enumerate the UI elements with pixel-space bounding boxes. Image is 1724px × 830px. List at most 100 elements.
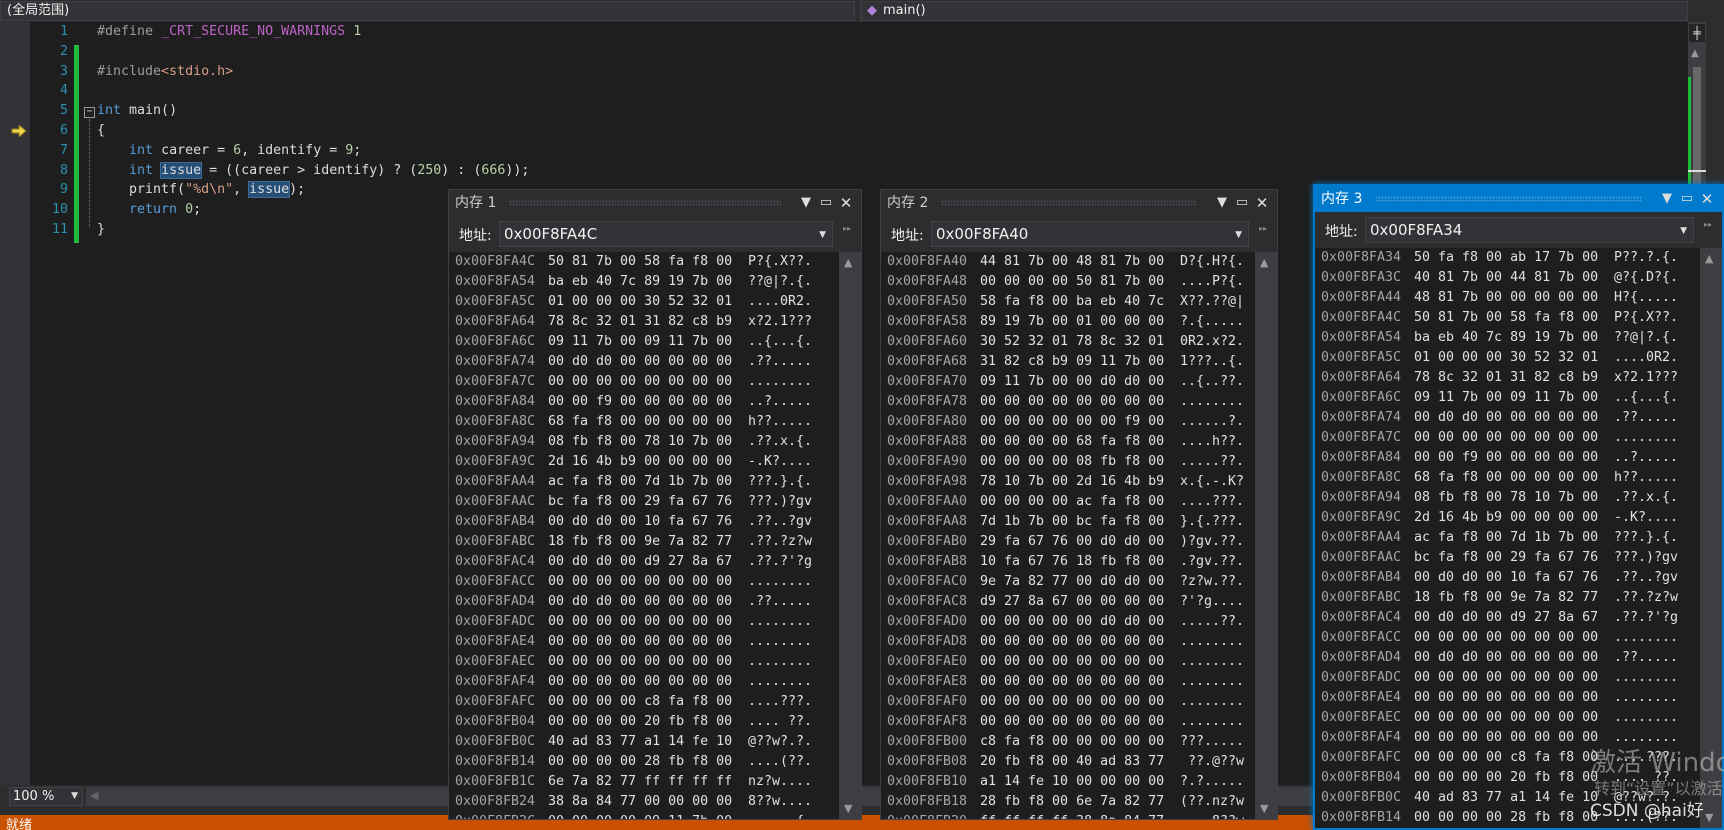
memory-row[interactable]: 0x00F8FA4C 50 81 7b 00 58 fa f8 00 P?{.X??… [1315, 308, 1700, 328]
memory-row[interactable]: 0x00F8FB14 00 00 00 00 28 fb f8 00 ....(??… [449, 752, 839, 772]
memory-row[interactable]: 0x00F8FAEC 00 00 00 00 00 00 00 00.......… [1315, 708, 1700, 728]
memory-grid[interactable]: 0x00F8FA34 50 fa f8 00 ab 17 7b 00 P??.?.{… [1315, 248, 1700, 828]
memory-scrollbar[interactable]: ▲ ▼ [1700, 248, 1722, 828]
memory-row[interactable]: 0x00F8FAC0 9e 7a 82 77 00 d0 d0 00 ?z?w.??… [881, 572, 1255, 592]
memory-row[interactable]: 0x00F8FA84 00 00 f9 00 00 00 00 00..?....… [449, 392, 839, 412]
zoom-dropdown[interactable]: 100 % ▼ [9, 787, 83, 806]
toolbar-overflow-icon[interactable]: ▸▸ [843, 224, 851, 233]
drag-grip[interactable] [1375, 196, 1642, 202]
memory-row[interactable]: 0x00F8FA80 00 00 00 00 00 00 f9 00......?… [881, 412, 1255, 432]
memory-window-title-bar[interactable]: 内存 3 ▼ ▭ ✕ [1315, 186, 1722, 212]
memory-row[interactable]: 0x00F8FB08 20 fb f8 00 40 ad 83 77 ??.@??… [881, 752, 1255, 772]
memory-row[interactable]: 0x00F8FAE4 00 00 00 00 00 00 00 00.......… [1315, 688, 1700, 708]
memory-row[interactable]: 0x00F8FB1C 6e 7a 82 77 ff ff ff ff nz?w...… [449, 772, 839, 792]
memory-row[interactable]: 0x00F8FA70 09 11 7b 00 00 d0 d0 00 ..{..??… [881, 372, 1255, 392]
memory-row[interactable]: 0x00F8FB10 a1 14 fe 10 00 00 00 00?.?....… [881, 772, 1255, 792]
memory-row[interactable]: 0x00F8FAA4 ac fa f8 00 7d 1b 7b 00 ???.}.{… [449, 472, 839, 492]
memory-row[interactable]: 0x00F8FA94 08 fb f8 00 78 10 7b 00 .??.x.{… [449, 432, 839, 452]
memory-window-1[interactable]: 内存 1 ▼ ▭ ✕ 地址: 0x00F8FA4C ▼ ▸▸ 0x00F8FA4… [448, 189, 862, 820]
scroll-down-icon[interactable]: ▼ [844, 802, 852, 815]
memory-row[interactable]: 0x00F8FABC 18 fb f8 00 9e 7a 82 77 .??.?z?… [449, 532, 839, 552]
memory-row[interactable]: 0x00F8FACC 00 00 00 00 00 00 00 00.......… [1315, 628, 1700, 648]
memory-row[interactable]: 0x00F8FAD8 00 00 00 00 00 00 00 00.......… [881, 632, 1255, 652]
maximize-icon[interactable]: ▭ [1678, 186, 1696, 212]
memory-window-title-bar[interactable]: 内存 1 ▼ ▭ ✕ [449, 190, 861, 216]
window-menu-dropdown-icon[interactable]: ▼ [1213, 190, 1231, 216]
memory-row[interactable]: 0x00F8FA84 00 00 f9 00 00 00 00 00..?....… [1315, 448, 1700, 468]
memory-row[interactable]: 0x00F8FA40 44 81 7b 00 48 81 7b 00 D?{.H?{… [881, 252, 1255, 272]
memory-row[interactable]: 0x00F8FAD4 00 d0 d0 00 00 00 00 00.??....… [449, 592, 839, 612]
memory-row[interactable]: 0x00F8FA58 89 19 7b 00 01 00 00 00 ?.{....… [881, 312, 1255, 332]
memory-row[interactable]: 0x00F8FABC 18 fb f8 00 9e 7a 82 77 .??.?z?… [1315, 588, 1700, 608]
memory-row[interactable]: 0x00F8FAD4 00 d0 d0 00 00 00 00 00.??....… [1315, 648, 1700, 668]
memory-row[interactable]: 0x00F8FB20 ff ff ff ff 38 8a 84 77 ....8??… [881, 812, 1255, 819]
memory-row[interactable]: 0x00F8FA8C 68 fa f8 00 00 00 00 00 h??....… [1315, 468, 1700, 488]
memory-row[interactable]: 0x00F8FAE8 00 00 00 00 00 00 00 00.......… [881, 672, 1255, 692]
memory-row[interactable]: 0x00F8FA50 58 fa f8 00 ba eb 40 7c X??.??@… [881, 292, 1255, 312]
memory-grid[interactable]: 0x00F8FA40 44 81 7b 00 48 81 7b 00 D?{.H?{… [881, 252, 1255, 819]
memory-row[interactable]: 0x00F8FB24 38 8a 84 77 00 00 00 00 8??w...… [449, 792, 839, 812]
memory-row[interactable]: 0x00F8FA4C 50 81 7b 00 58 fa f8 00 P?{.X??… [449, 252, 839, 272]
code-line[interactable]: 7 int career = 6, identify = 9; [30, 141, 1630, 161]
memory-row[interactable]: 0x00F8FACC 00 00 00 00 00 00 00 00.......… [449, 572, 839, 592]
scope-dropdown[interactable]: (全局范围) [0, 1, 855, 21]
memory-row[interactable]: 0x00F8FA94 08 fb f8 00 78 10 7b 00 .??.x.{… [1315, 488, 1700, 508]
memory-row[interactable]: 0x00F8FB04 00 00 00 00 20 fb f8 00 .... ??… [449, 712, 839, 732]
memory-row[interactable]: 0x00F8FB0C 40 ad 83 77 a1 14 fe 10 @??w?.?… [449, 732, 839, 752]
memory-row[interactable]: 0x00F8FA64 78 8c 32 01 31 82 c8 b9 x?2.1??… [1315, 368, 1700, 388]
scroll-up-icon[interactable]: ▲ [1260, 256, 1268, 269]
memory-row[interactable]: 0x00F8FAEC 00 00 00 00 00 00 00 00.......… [449, 652, 839, 672]
memory-row[interactable]: 0x00F8FAE4 00 00 00 00 00 00 00 00.......… [449, 632, 839, 652]
memory-row[interactable]: 0x00F8FB18 28 fb f8 00 6e 7a 82 77 (??.nz?… [881, 792, 1255, 812]
code-line[interactable]: 5 int main() [30, 101, 1630, 121]
code-line[interactable]: 4 [30, 81, 1630, 101]
memory-grid[interactable]: 0x00F8FA4C 50 81 7b 00 58 fa f8 00 P?{.X??… [449, 252, 839, 819]
code-line[interactable]: 1 #define _CRT_SECURE_NO_WARNINGS 1 [30, 22, 1630, 42]
scroll-up-icon[interactable]: ▲ [844, 256, 852, 269]
memory-row[interactable]: 0x00F8FA90 00 00 00 00 08 fb f8 00.....??… [881, 452, 1255, 472]
memory-row[interactable]: 0x00F8FA9C 2d 16 4b b9 00 00 00 00 -.K?...… [1315, 508, 1700, 528]
memory-row[interactable]: 0x00F8FA8C 68 fa f8 00 00 00 00 00 h??....… [449, 412, 839, 432]
window-menu-dropdown-icon[interactable]: ▼ [797, 190, 815, 216]
code-line[interactable]: 6{ [30, 121, 1630, 141]
memory-row[interactable]: 0x00F8FAA0 00 00 00 00 ac fa f8 00....???… [881, 492, 1255, 512]
toolbar-overflow-icon[interactable]: ▸▸ [1259, 224, 1267, 233]
memory-row[interactable]: 0x00F8FA54 ba eb 40 7c 89 19 7b 00 ??@|?.{… [1315, 328, 1700, 348]
memory-row[interactable]: 0x00F8FA34 50 fa f8 00 ab 17 7b 00 P??.?.{… [1315, 248, 1700, 268]
close-icon[interactable]: ✕ [837, 190, 855, 216]
memory-window-title-bar[interactable]: 内存 2 ▼ ▭ ✕ [881, 190, 1277, 216]
member-dropdown[interactable]: ◆ main() [860, 1, 1688, 21]
memory-scrollbar[interactable]: ▲ ▼ [1255, 252, 1277, 819]
memory-row[interactable]: 0x00F8FAE0 00 00 00 00 00 00 00 00.......… [881, 652, 1255, 672]
memory-row[interactable]: 0x00F8FAC4 00 d0 d0 00 d9 27 8a 67 .??.?'?… [449, 552, 839, 572]
code-line[interactable]: 8 int issue = ((career > identify) ? (25… [30, 161, 1630, 181]
memory-row[interactable]: 0x00F8FA78 00 00 00 00 00 00 00 00.......… [881, 392, 1255, 412]
memory-window-2[interactable]: 内存 2 ▼ ▭ ✕ 地址: 0x00F8FA40 ▼ ▸▸ 0x00F8FA4… [880, 189, 1278, 820]
memory-row[interactable]: 0x00F8FAC8 d9 27 8a 67 00 00 00 00 ?'?g...… [881, 592, 1255, 612]
memory-row[interactable]: 0x00F8FAB4 00 d0 d0 00 10 fa 67 76 .??..?g… [449, 512, 839, 532]
drag-grip[interactable] [941, 200, 1197, 206]
close-icon[interactable]: ✕ [1253, 190, 1271, 216]
code-line[interactable]: 2 [30, 42, 1630, 62]
split-editor-icon[interactable]: ╪ [1689, 24, 1705, 42]
memory-row[interactable]: 0x00F8FAA8 7d 1b 7b 00 bc fa f8 00}.{.???… [881, 512, 1255, 532]
scroll-down-icon[interactable]: ▼ [1260, 802, 1268, 815]
memory-scrollbar[interactable]: ▲ ▼ [839, 252, 861, 819]
memory-row[interactable]: 0x00F8FA6C 09 11 7b 00 09 11 7b 00 ..{...{… [1315, 388, 1700, 408]
memory-row[interactable]: 0x00F8FA54 ba eb 40 7c 89 19 7b 00 ??@|?.{… [449, 272, 839, 292]
memory-row[interactable]: 0x00F8FAFC 00 00 00 00 c8 fa f8 00....???… [449, 692, 839, 712]
memory-row[interactable]: 0x00F8FAAC bc fa f8 00 29 fa 67 76 ???.)?g… [1315, 548, 1700, 568]
memory-row[interactable]: 0x00F8FB00 c8 fa f8 00 00 00 00 00???....… [881, 732, 1255, 752]
memory-row[interactable]: 0x00F8FAA4 ac fa f8 00 7d 1b 7b 00 ???.}.{… [1315, 528, 1700, 548]
memory-row[interactable]: 0x00F8FA7C 00 00 00 00 00 00 00 00.......… [1315, 428, 1700, 448]
memory-row[interactable]: 0x00F8FA68 31 82 c8 b9 09 11 7b 00 1???..{… [881, 352, 1255, 372]
address-input[interactable]: 0x00F8FA4C ▼ [499, 221, 833, 247]
maximize-icon[interactable]: ▭ [1233, 190, 1251, 216]
window-menu-dropdown-icon[interactable]: ▼ [1658, 186, 1676, 212]
memory-row[interactable]: 0x00F8FAB8 10 fa 67 76 18 fb f8 00 .?gv.??… [881, 552, 1255, 572]
memory-row[interactable]: 0x00F8FA98 78 10 7b 00 2d 16 4b b9 x.{.-.K… [881, 472, 1255, 492]
memory-row[interactable]: 0x00F8FA74 00 d0 d0 00 00 00 00 00.??....… [449, 352, 839, 372]
code-line[interactable]: 3 #include<stdio.h> [30, 62, 1630, 82]
memory-row[interactable]: 0x00F8FADC 00 00 00 00 00 00 00 00.......… [449, 612, 839, 632]
memory-window-3[interactable]: 内存 3 ▼ ▭ ✕ 地址: 0x00F8FA34 ▼ ▸▸ 0x00F8FA3… [1313, 184, 1724, 830]
